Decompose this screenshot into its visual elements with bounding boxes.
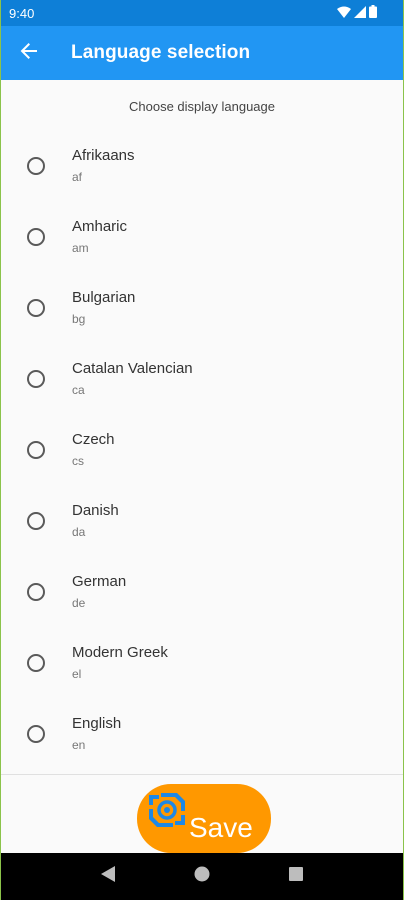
radio-button[interactable] [27, 440, 45, 459]
language-code: bg [72, 311, 86, 326]
radio-button[interactable] [27, 369, 45, 388]
language-name: Catalan Valencian [72, 359, 193, 377]
recents-square-icon [289, 867, 303, 886]
system-nav-bar [1, 853, 403, 900]
language-item-en[interactable]: English en [1, 698, 403, 769]
language-text: Modern Greek el [72, 644, 168, 682]
language-code: af [72, 169, 83, 184]
language-name: German [72, 572, 127, 590]
save-logo-icon [147, 791, 187, 834]
back-button[interactable] [1, 26, 57, 80]
language-item-cs[interactable]: Czech cs [1, 414, 403, 485]
nav-recents-button[interactable] [276, 857, 316, 897]
language-name: Bulgarian [72, 288, 136, 306]
radio-button[interactable] [27, 653, 45, 672]
language-name: Czech [72, 430, 115, 448]
language-name: Modern Greek [72, 643, 168, 661]
language-item-de[interactable]: German de [1, 556, 403, 627]
language-text: Catalan Valencian ca [72, 360, 193, 398]
language-text: Bulgarian bg [72, 289, 135, 327]
radio-button[interactable] [27, 298, 45, 317]
wifi-icon [337, 6, 351, 21]
screen: 9:40 Language selection Choose display l… [0, 0, 404, 900]
language-content: Choose display language Afrikaans af Amhar… [1, 80, 403, 774]
bottom-area: Save [1, 775, 403, 853]
save-button[interactable]: Save [137, 784, 271, 853]
status-bar: 9:40 [1, 0, 403, 26]
language-code: cs [72, 453, 84, 468]
language-name: Afrikaans [72, 146, 135, 164]
language-item-da[interactable]: Danish da [1, 485, 403, 556]
status-time: 9:40 [9, 5, 35, 21]
language-list: Afrikaans af Amharic am Bulgarian bg Catalan V… [1, 130, 403, 769]
radio-button[interactable] [27, 724, 45, 743]
language-text: English en [72, 715, 121, 753]
status-icons [337, 5, 377, 21]
language-text: Afrikaans af [72, 147, 135, 185]
cell-signal-icon [354, 5, 366, 21]
language-code: de [72, 595, 86, 610]
nav-back-button[interactable] [88, 857, 128, 897]
language-item-ca[interactable]: Catalan Valencian ca [1, 343, 403, 414]
language-item-am[interactable]: Amharic am [1, 201, 403, 272]
language-item-bg[interactable]: Bulgarian bg [1, 272, 403, 343]
language-name: Amharic [72, 217, 128, 235]
radio-button[interactable] [27, 511, 45, 530]
language-code: am [72, 240, 89, 255]
save-label: Save [189, 811, 253, 843]
language-text: German de [72, 573, 126, 611]
language-code: da [72, 524, 86, 539]
nav-home-button[interactable] [182, 857, 222, 897]
language-item-af[interactable]: Afrikaans af [1, 130, 403, 201]
page-title: Language selection [71, 42, 251, 63]
language-name: Danish [72, 501, 119, 519]
language-code: el [72, 666, 82, 681]
language-text: Amharic am [72, 218, 127, 256]
arrow-left-icon [20, 42, 38, 65]
app-bar: Language selection [1, 26, 403, 80]
subtitle: Choose display language [129, 99, 275, 114]
language-code: ca [72, 382, 85, 397]
language-text: Danish da [72, 502, 119, 540]
radio-button[interactable] [27, 156, 45, 175]
language-code: en [72, 737, 86, 752]
language-item-el[interactable]: Modern Greek el [1, 627, 403, 698]
battery-icon [369, 5, 377, 21]
radio-button[interactable] [27, 227, 45, 246]
back-triangle-icon [101, 866, 115, 887]
language-name: English [72, 714, 122, 732]
home-circle-icon [194, 866, 210, 887]
language-text: Czech cs [72, 431, 115, 469]
radio-button[interactable] [27, 582, 45, 601]
